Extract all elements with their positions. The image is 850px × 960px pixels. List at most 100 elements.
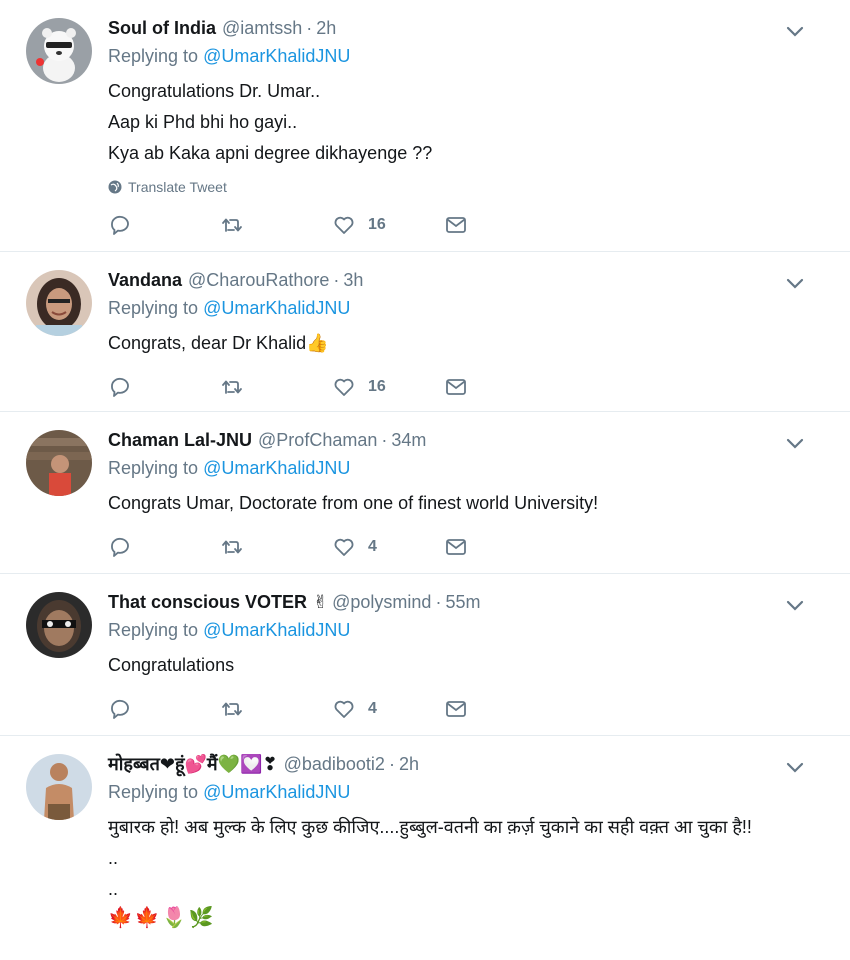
separator-dot: ·	[333, 269, 340, 290]
tweet[interactable]: Chaman Lal-JNU @ProfChaman · 34m Replyin…	[0, 412, 850, 574]
mention-link[interactable]: @UmarKhalidJNU	[203, 620, 350, 640]
tweet[interactable]: That conscious VOTER ✌ @polysmind · 55m …	[0, 574, 850, 736]
chevron-down-icon[interactable]	[784, 756, 806, 778]
heart-icon	[334, 378, 354, 396]
replying-to: Replying to @UmarKhalidJNU	[108, 458, 830, 484]
envelope-icon	[446, 217, 466, 233]
tweet-text: Congratulations Dr. Umar.. Aap ki Phd bh…	[108, 81, 433, 163]
tweet-time[interactable]: 2h	[316, 18, 336, 39]
display-name[interactable]: Vandana	[108, 270, 182, 291]
avatar[interactable]	[26, 754, 92, 820]
tweet-text: Congratulations	[108, 655, 235, 675]
replying-to: Replying to @UmarKhalidJNU	[108, 46, 830, 72]
replying-to-label: Replying to	[108, 458, 204, 478]
replying-to-label: Replying to	[108, 46, 204, 66]
tweet-header: Chaman Lal-JNU @ProfChaman · 34m	[108, 426, 830, 454]
user-handle[interactable]: @CharouRathore	[188, 270, 329, 291]
globe-icon	[108, 180, 122, 194]
like-button[interactable]: 16	[332, 213, 444, 237]
chevron-down-icon[interactable]	[784, 594, 806, 616]
translate-label: Translate Tweet	[128, 179, 227, 195]
chevron-down-icon[interactable]	[784, 272, 806, 294]
replying-to: Replying to @UmarKhalidJNU	[108, 298, 830, 324]
display-name[interactable]: That conscious VOTER	[108, 592, 307, 613]
thumbs-up-icon: 👍	[306, 333, 329, 353]
tweet-time[interactable]: 55m	[445, 592, 480, 613]
avatar[interactable]	[26, 430, 92, 496]
retweet-button[interactable]	[220, 535, 332, 559]
tweet-actions: 4	[108, 533, 830, 561]
like-button[interactable]: 4	[332, 535, 444, 559]
tweet-text: Congrats Umar, Doctorate from one of fin…	[108, 493, 599, 513]
mention-link[interactable]: @UmarKhalidJNU	[203, 46, 350, 66]
leaf-flower-emojis: 🍁🍁🌷🌿	[108, 907, 216, 929]
heart-icon	[334, 216, 354, 234]
separator-dot: ·	[381, 429, 388, 450]
replying-to: Replying to @UmarKhalidJNU	[108, 782, 830, 808]
avatar-man-shirtless-icon	[26, 754, 92, 820]
like-button[interactable]: 4	[332, 697, 444, 721]
separator-dot: ·	[388, 753, 395, 774]
mention-link[interactable]: @UmarKhalidJNU	[203, 298, 350, 318]
direct-message-button[interactable]	[444, 375, 468, 399]
replying-to-label: Replying to	[108, 782, 204, 802]
reply-timeline: Soul of India @iamtssh · 2h Replying to …	[0, 0, 850, 960]
separator-dot: ·	[435, 591, 442, 612]
direct-message-button[interactable]	[444, 535, 468, 559]
tweet-header: That conscious VOTER ✌ @polysmind · 55m	[108, 588, 830, 616]
display-name[interactable]: Chaman Lal-JNU	[108, 430, 252, 451]
retweet-icon	[222, 540, 242, 554]
direct-message-button[interactable]	[444, 213, 468, 237]
chevron-down-icon[interactable]	[784, 20, 806, 42]
user-handle[interactable]: @badibooti2	[284, 754, 385, 775]
like-count: 16	[368, 216, 386, 233]
tweet[interactable]: Vandana @CharouRathore · 3h Replying to …	[0, 252, 850, 412]
replying-to-label: Replying to	[108, 298, 204, 318]
avatar-woman-icon	[26, 270, 92, 336]
tweet-text: Congrats, dear Dr Khalid👍	[108, 328, 830, 359]
retweet-icon	[222, 218, 242, 232]
display-name[interactable]: Soul of India	[108, 18, 216, 39]
direct-message-button[interactable]	[444, 697, 468, 721]
tweet-actions: 4	[108, 695, 830, 723]
avatar-man-library-icon	[26, 430, 92, 496]
tweet-header: Vandana @CharouRathore · 3h	[108, 266, 830, 294]
tweet[interactable]: मोहब्बत❤हूं💕मैं💚💟❣ @badibooti2 · 2h Repl…	[0, 736, 850, 960]
tweet-time[interactable]: 3h	[343, 270, 363, 291]
reply-icon	[111, 377, 129, 397]
like-button[interactable]: 16	[332, 375, 444, 399]
user-handle[interactable]: @iamtssh	[222, 18, 302, 39]
display-name[interactable]: मोहब्बत❤हूं💕मैं💚💟❣	[108, 752, 278, 776]
victory-hand-icon: ✌	[313, 591, 329, 612]
reply-icon	[111, 699, 129, 719]
mention-link[interactable]: @UmarKhalidJNU	[203, 458, 350, 478]
tweet[interactable]: Soul of India @iamtssh · 2h Replying to …	[0, 0, 850, 252]
envelope-icon	[446, 539, 466, 555]
avatar-panda-icon	[26, 18, 92, 84]
user-handle[interactable]: @polysmind	[332, 592, 431, 613]
avatar-face-mask-icon	[26, 592, 92, 658]
chevron-down-icon[interactable]	[784, 432, 806, 454]
user-handle[interactable]: @ProfChaman	[258, 430, 377, 451]
tweet-actions: 16	[108, 211, 830, 239]
translate-tweet-link[interactable]: Translate Tweet	[108, 177, 830, 197]
tweet-time[interactable]: 34m	[391, 430, 426, 451]
reply-button[interactable]	[108, 535, 220, 559]
tweet-time[interactable]: 2h	[399, 754, 419, 775]
reply-button[interactable]	[108, 697, 220, 721]
mention-link[interactable]: @UmarKhalidJNU	[203, 782, 350, 802]
avatar[interactable]	[26, 270, 92, 336]
heart-icon	[334, 538, 354, 556]
avatar[interactable]	[26, 592, 92, 658]
reply-button[interactable]	[108, 375, 220, 399]
reply-icon	[111, 215, 129, 235]
retweet-icon	[222, 380, 242, 394]
tweet-actions: 16	[108, 373, 830, 401]
retweet-button[interactable]	[220, 697, 332, 721]
retweet-button[interactable]	[220, 375, 332, 399]
tweet-text: मुबारक हो! अब मुल्क के लिए कुछ कीजिए....…	[108, 817, 752, 899]
retweet-button[interactable]	[220, 213, 332, 237]
envelope-icon	[446, 379, 466, 395]
reply-button[interactable]	[108, 213, 220, 237]
avatar[interactable]	[26, 18, 92, 84]
